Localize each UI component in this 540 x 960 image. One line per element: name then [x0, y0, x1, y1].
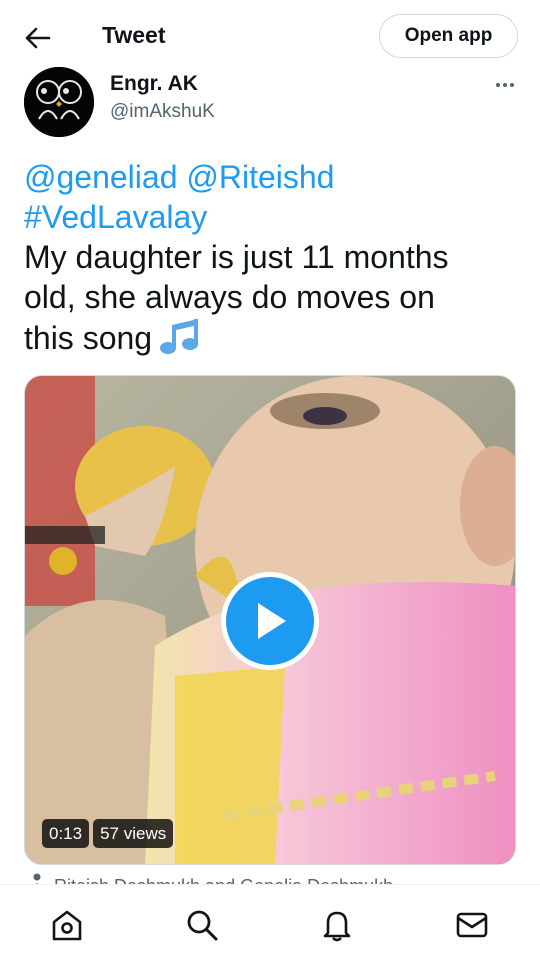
- nav-messages[interactable]: [452, 905, 492, 945]
- open-app-button[interactable]: Open app: [379, 14, 518, 58]
- hashtag-link[interactable]: #VedLavalay: [24, 199, 207, 235]
- author-handle[interactable]: @imAkshuK: [110, 101, 215, 123]
- notifications-icon: [323, 911, 351, 942]
- play-button[interactable]: [221, 572, 319, 670]
- page-title: Tweet: [102, 22, 166, 48]
- video-stats: 0:13 57 views: [42, 819, 174, 848]
- back-arrow-icon: [25, 27, 51, 49]
- more-options-button[interactable]: [488, 78, 522, 92]
- dot: [510, 83, 514, 87]
- dot: [496, 83, 500, 87]
- avatar-image: [24, 67, 94, 137]
- top-bar: Tweet Open app: [0, 0, 540, 74]
- play-icon: [258, 603, 286, 639]
- view-count: 57 views: [93, 819, 174, 848]
- nav-home[interactable]: [47, 905, 87, 945]
- video-player[interactable]: 0:13 57 views: [24, 375, 516, 865]
- messages-icon: [456, 912, 488, 938]
- home-icon: [52, 910, 82, 941]
- back-button[interactable]: [18, 20, 58, 56]
- nav-notifications[interactable]: [317, 905, 357, 945]
- tweet-text: @geneliad @Riteishd #VedLavalay My daugh…: [24, 157, 524, 358]
- musical-notes-icon: [160, 319, 199, 354]
- dot: [503, 83, 507, 87]
- search-icon: [187, 910, 218, 941]
- avatar[interactable]: [24, 67, 94, 137]
- tweet-body-line: old, she always do moves on: [24, 279, 435, 315]
- tweet-body-line: My daughter is just 11 months: [24, 239, 449, 275]
- author-name[interactable]: Engr. AK: [110, 72, 198, 96]
- bottom-navigation: [0, 884, 540, 960]
- mention-links[interactable]: @geneliad @Riteishd: [24, 159, 334, 195]
- video-duration: 0:13: [42, 819, 90, 848]
- tweet-body-line: this song: [24, 320, 153, 356]
- nav-search[interactable]: [182, 905, 222, 945]
